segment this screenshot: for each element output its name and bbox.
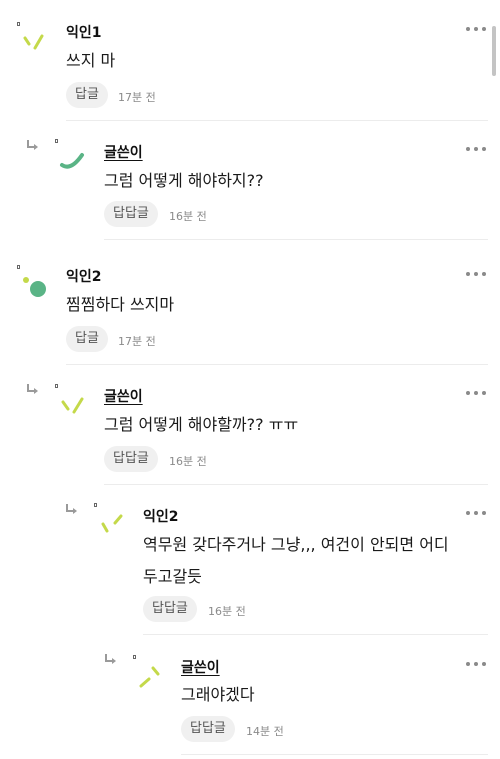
reply-button[interactable]: 답답글 [104,446,158,472]
reply-arrow-icon [66,504,77,514]
reply-button[interactable]: 답답글 [104,201,158,227]
comment-text-line: 두고갈듯 [143,567,202,586]
avatar [55,139,89,173]
reply-button[interactable]: 답답글 [143,596,197,622]
divider [104,239,488,240]
comment-author[interactable]: 익인1 [66,22,102,42]
divider [66,120,488,121]
avatar [94,503,128,537]
scrollbar[interactable] [492,26,496,76]
reply-button[interactable]: 답답글 [181,716,235,742]
reply-button[interactable]: 답글 [66,82,108,108]
comment-time: 16분 전 [169,210,207,223]
more-options-icon[interactable] [466,508,490,518]
divider [143,634,488,635]
more-options-icon[interactable] [466,388,490,398]
avatar [55,384,89,418]
comment-author[interactable]: 글쓴이 [181,657,220,677]
divider [104,484,488,485]
comment-time: 16분 전 [208,605,246,618]
comment-text-line: 역무원 갖다주거나 그냥,,, 여건이 안되면 어디 [143,535,449,554]
comment-time: 16분 전 [169,455,207,468]
more-options-icon[interactable] [466,24,490,34]
comment-author[interactable]: 익인2 [143,506,179,526]
comment-author[interactable]: 글쓴이 [104,142,143,162]
comment-time: 17분 전 [118,335,156,348]
avatar [17,22,51,56]
more-options-icon[interactable] [466,269,490,279]
comment-time: 17분 전 [118,91,156,104]
comment-text: 그래야겠다 [181,685,255,704]
comment-author[interactable]: 익인2 [66,266,102,286]
more-options-icon[interactable] [466,659,490,669]
avatar [133,655,167,689]
reply-arrow-icon [27,384,38,394]
comment-text: 쓰지 마 [66,51,116,70]
comment-time: 14분 전 [246,725,284,738]
avatar [17,265,51,299]
more-options-icon[interactable] [466,144,490,154]
reply-button[interactable]: 답글 [66,326,108,352]
divider [181,754,488,755]
divider [66,364,488,365]
comment-text: 찜찜하다 쓰지마 [66,295,175,314]
reply-arrow-icon [105,654,116,664]
comment-author[interactable]: 글쓴이 [104,386,143,406]
reply-arrow-icon [27,140,38,150]
comment-text: 그럼 어떻게 해야할까?? ㅠㅠ [104,415,299,434]
comment-text: 그럼 어떻게 해야하지?? [104,171,264,190]
